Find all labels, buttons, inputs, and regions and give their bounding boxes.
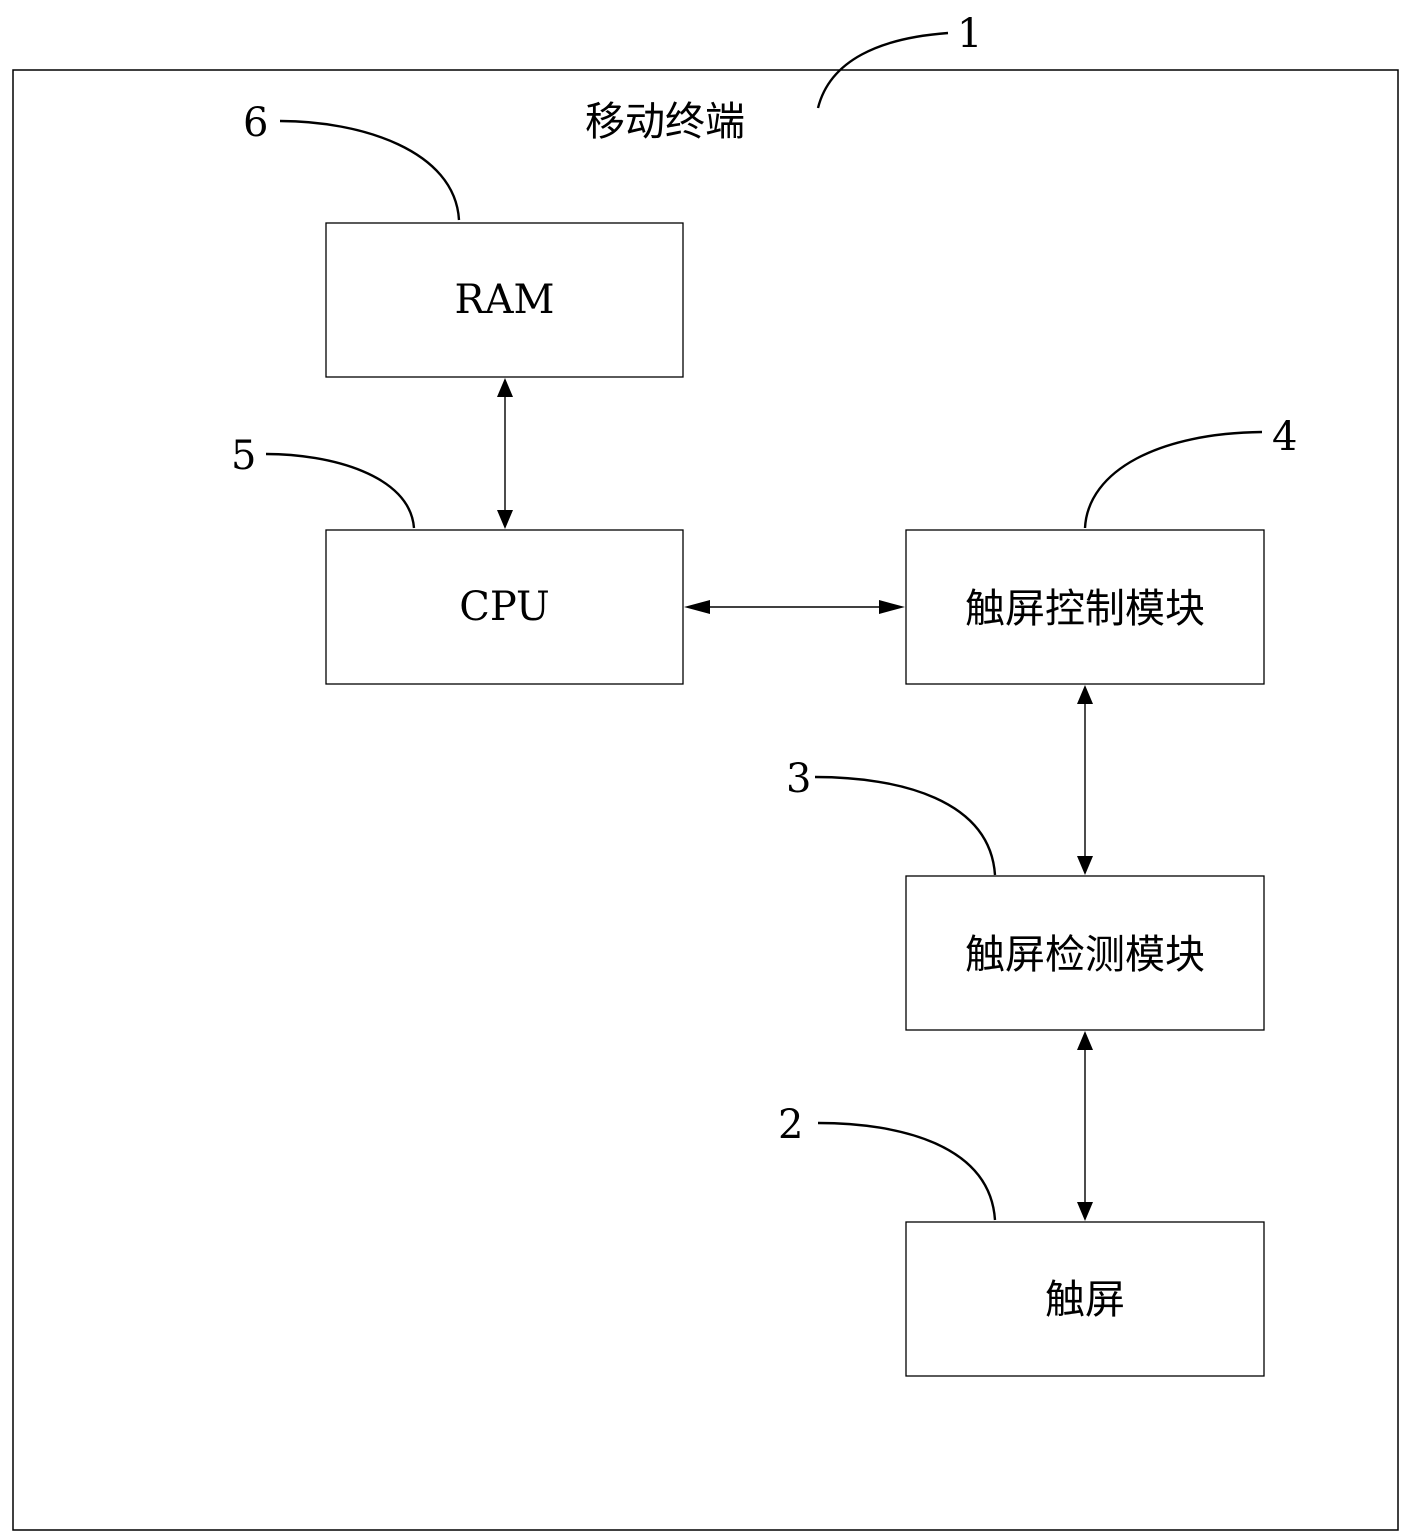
arrowhead-right bbox=[879, 600, 905, 614]
connector-touch-control-touch-detect bbox=[1077, 685, 1093, 875]
ram-label: RAM bbox=[455, 277, 555, 323]
touch-control-module-label: 触屏控制模块 bbox=[965, 586, 1205, 632]
arrowhead-down bbox=[1077, 1202, 1093, 1221]
touchscreen-label: 触屏 bbox=[1045, 1277, 1125, 1323]
connector-touch-detect-touchscreen bbox=[1077, 1031, 1093, 1221]
diagram-canvas: 移动终端 1 RAM 6 CPU 5 触屏控制模块 4 触屏检测模块 3 触屏 … bbox=[12, 11, 1399, 1531]
ref-leader-4 bbox=[1083, 430, 1263, 529]
ref-leader-5 bbox=[265, 452, 416, 529]
ref-leader-6 bbox=[279, 119, 461, 221]
ref-number-5: 5 bbox=[231, 433, 256, 479]
ref-number-1: 1 bbox=[957, 11, 982, 57]
ref-number-6: 6 bbox=[243, 100, 268, 146]
arrowhead-down bbox=[1077, 856, 1093, 875]
arrowhead-down bbox=[497, 510, 513, 529]
mobile-terminal-title: 移动终端 bbox=[585, 99, 745, 145]
connector-ram-cpu bbox=[497, 378, 513, 529]
ref-number-3: 3 bbox=[786, 756, 811, 802]
ref-number-4: 4 bbox=[1272, 414, 1297, 460]
connector-cpu-touch-control bbox=[684, 600, 905, 614]
arrowhead-up bbox=[497, 378, 513, 397]
ref-leader-2 bbox=[817, 1121, 997, 1221]
arrowhead-up bbox=[1077, 1031, 1093, 1050]
touch-detection-module-label: 触屏检测模块 bbox=[965, 932, 1205, 978]
cpu-label: CPU bbox=[459, 584, 550, 630]
arrowhead-left bbox=[684, 600, 710, 614]
ref-leader-3 bbox=[814, 775, 997, 876]
ref-number-2: 2 bbox=[778, 1102, 803, 1148]
arrowhead-up bbox=[1077, 685, 1093, 704]
